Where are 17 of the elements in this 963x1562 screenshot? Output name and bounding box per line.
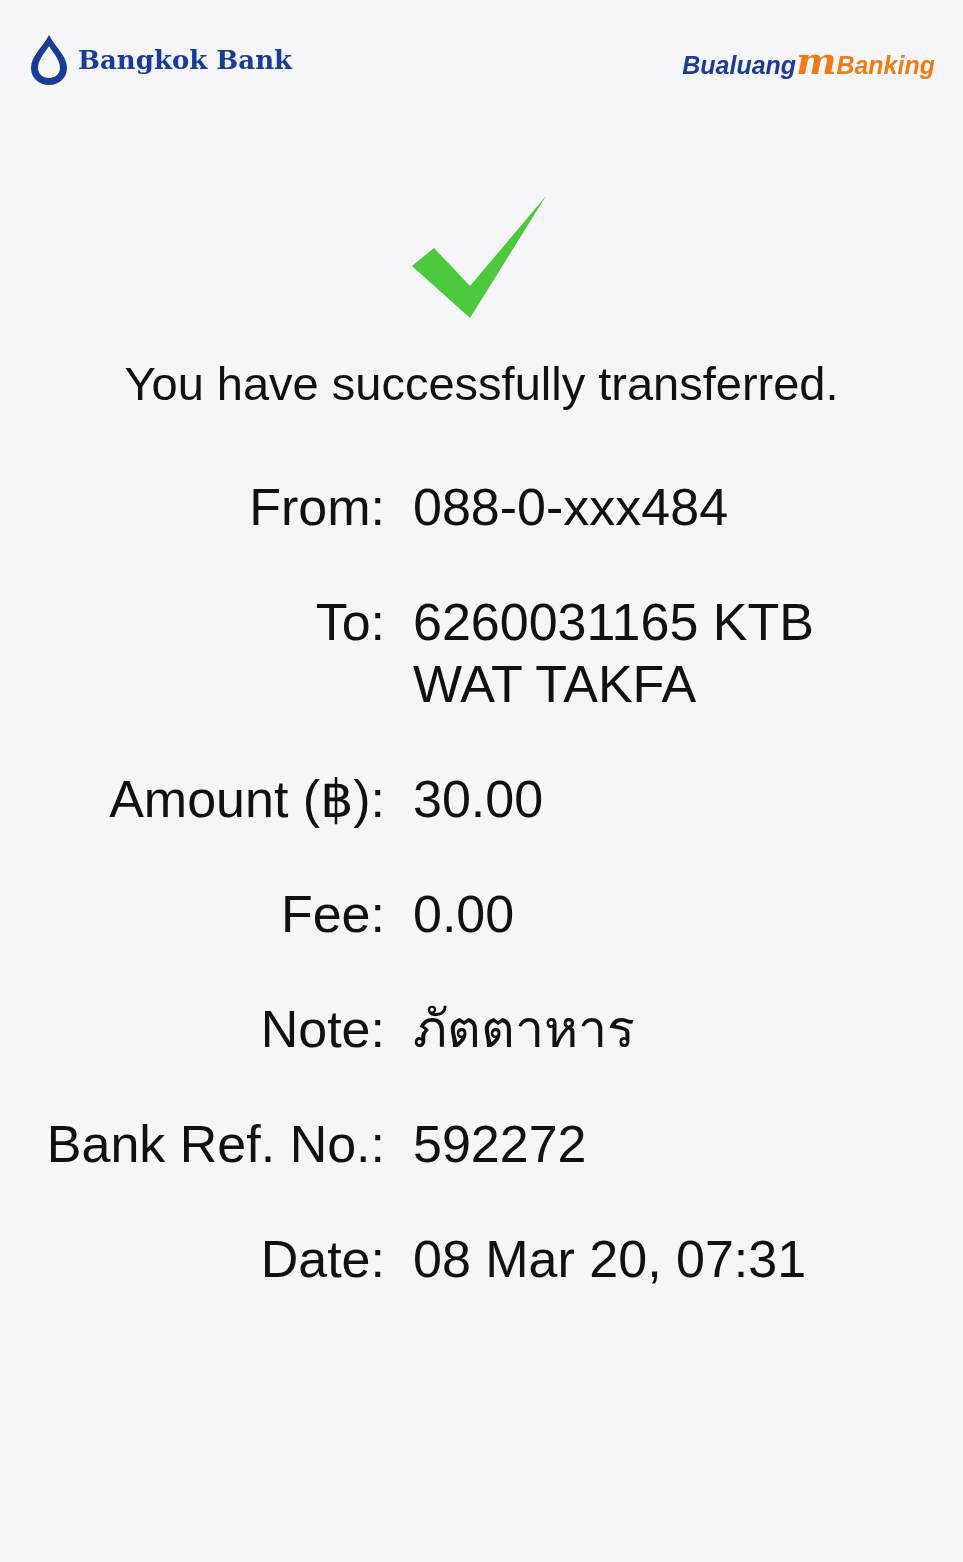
detail-label: Amount (฿): [108, 769, 385, 830]
app-logo-text: BualuangmBanking [682, 37, 935, 83]
detail-label: To: [314, 592, 385, 653]
success-message: You have successfully transferred. [123, 356, 840, 411]
detail-value: 088-0-xxx484 [413, 477, 730, 538]
detail-value: 592272 [413, 1114, 588, 1175]
detail-label: Fee: [279, 884, 385, 945]
detail-label: Date: [259, 1229, 385, 1290]
detail-value: 30.00 [413, 769, 545, 830]
detail-value: ภัตตาหาร [413, 999, 636, 1060]
detail-label: Bank Ref. No.: [45, 1114, 385, 1175]
detail-value: 0.00 [413, 884, 516, 945]
bank-name: Bangkok Bank [78, 45, 293, 75]
detail-label: From: [248, 477, 385, 538]
detail-label: Note: [259, 999, 385, 1060]
detail-value: 6260031165 KTB WAT TAKFA [413, 592, 815, 715]
detail-value: 08 Mar 20, 07:31 [413, 1229, 808, 1290]
